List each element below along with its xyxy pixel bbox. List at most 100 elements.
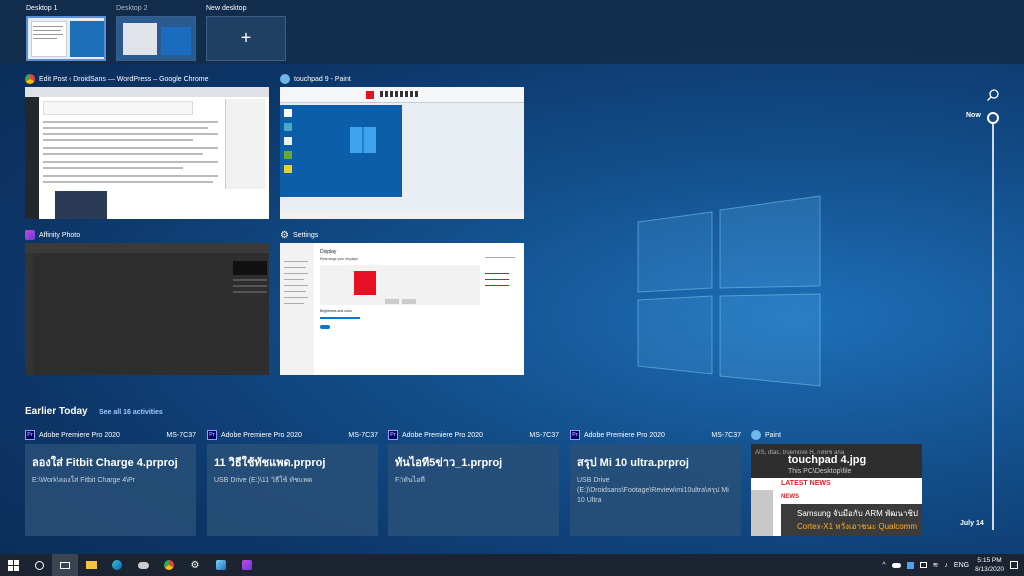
window-thumbnail-affinity[interactable] [25,243,269,375]
activity-file-name: 11 วิธีใช้ทัชแพด.prproj [214,457,326,469]
wifi-icon[interactable]: ≋ [933,561,939,569]
window-title-settings: ⚙ Settings [280,228,318,242]
chrome-icon [25,74,35,84]
cloud-icon [137,561,149,569]
taskbar-affinity-designer[interactable] [208,554,234,576]
activity-card-body[interactable]: 11 วิธีใช้ทัชแพด.prproj USB Drive (E:)\1… [207,444,378,536]
settings-icon: ⚙ [190,559,200,571]
premiere-pro-icon: Pr [570,430,580,440]
desktop-2-label: Desktop 2 [116,5,148,12]
window-title-paint: touchpad 9 - Paint [280,72,351,86]
window-title-affinity: Affinity Photo [25,228,80,242]
activity-card-body[interactable]: AIS, dtac, truemove H, กสทช ana touchpad… [751,444,922,536]
activity-file-path: USB Drive (E:)\11 วิธีใช้ ทัชแพด [214,477,313,484]
plus-icon: + [240,27,252,48]
activity-file-path: F:\ทันไอที [395,477,425,484]
taskbar-cloud-app[interactable] [130,554,156,576]
activity-file-path: This PC\Desktop\file [788,468,852,475]
see-all-activities-link[interactable]: See all 16 activities [99,409,163,416]
window-thumbnail-paint[interactable] [280,87,524,219]
virtual-desktops-strip: Desktop 1 Desktop 2 New desktop + [0,0,1024,64]
taskbar: ⚙ ^ ≋ ♪ ENG 5:15 PM 8/13/2020 [0,554,1024,576]
taskbar-affinity-photo[interactable] [234,554,260,576]
timeline-date-label: July 14 [960,520,984,527]
notifications-icon[interactable] [1010,561,1018,569]
chevron-up-icon[interactable]: ^ [882,562,885,569]
timeline-now-label: Now [966,112,981,119]
settings-heading: Display [320,249,337,255]
clock-date: 8/13/2020 [975,566,1004,573]
paint-icon [751,430,761,440]
language-indicator[interactable]: ENG [954,562,969,569]
gear-icon: ⚙ [280,229,289,241]
news-headline-2: Cortex-X1 หวังเอาชนะ Qualcomm [797,522,918,531]
activity-card-body[interactable]: ลองใส่ Fitbit Charge 4.prproj E:\Work\ลอ… [25,444,196,536]
task-view-icon [60,561,70,569]
activity-card-header: Pr Adobe Premiere Pro 2020 MS-7C37 [25,428,196,442]
printer-icon[interactable] [919,562,927,568]
activity-card[interactable]: Pr Adobe Premiere Pro 2020 MS-7C37 ทันไอ… [388,428,559,536]
activity-card-header: Pr Adobe Premiere Pro 2020 MS-7C37 [570,428,741,442]
taskbar-edge[interactable] [104,554,130,576]
earlier-today-heading: Earlier Today [25,406,88,417]
news-title: LATEST NEWS [781,480,831,487]
search-button[interactable] [26,554,52,576]
activity-card[interactable]: Pr Adobe Premiere Pro 2020 MS-7C37 สรุป … [570,428,741,536]
onedrive-icon[interactable] [891,562,901,568]
tray-app-icon[interactable] [906,561,914,569]
activity-app-name: Adobe Premiere Pro 2020 [584,431,665,439]
edge-icon [112,560,122,570]
system-tray: ^ ≋ ♪ ENG 5:15 PM 8/13/2020 [882,554,1024,576]
activity-card-body[interactable]: สรุป Mi 10 ultra.prproj USB Drive (E:)\D… [570,444,741,536]
activity-device: MS-7C37 [529,431,559,439]
window-thumbnail-settings[interactable]: Display Rearrange your displays Brightne… [280,243,524,375]
window-title-text: Affinity Photo [39,231,81,239]
premiere-pro-icon: Pr [25,430,35,440]
windows-logo-wallpaper [637,195,821,387]
activity-file-path: USB Drive (E:)\Droidsans\Footage\Review\… [577,477,729,504]
activity-app-name: Adobe Premiere Pro 2020 [221,431,302,439]
timeline-scroll-knob[interactable] [987,112,999,124]
new-desktop-button[interactable]: + [206,16,286,61]
activity-file-path: E:\Work\ลองใส่ Fitbit Charge 4\Pr [32,477,136,484]
premiere-pro-icon: Pr [388,430,398,440]
news-tag: NEWS [781,494,799,500]
affinity-designer-icon [216,560,226,570]
activity-file-name: touchpad 4.jpg [788,454,867,466]
activity-app-name: Paint [765,431,781,439]
activity-card-header: Paint [751,428,922,442]
paint-icon [280,74,290,84]
affinity-photo-icon [242,560,252,570]
activity-card[interactable]: Pr Adobe Premiere Pro 2020 MS-7C37 ลองใส… [25,428,196,536]
activity-app-name: Adobe Premiere Pro 2020 [39,431,120,439]
window-thumbnail-chrome[interactable] [25,87,269,219]
activity-device: MS-7C37 [166,431,196,439]
task-view-button[interactable] [52,554,78,576]
activity-file-name: ลองใส่ Fitbit Charge 4.prproj [32,457,178,469]
timeline-scrollbar[interactable] [992,118,994,530]
taskbar-chrome[interactable] [156,554,182,576]
clock-time: 5:15 PM [977,557,1002,564]
desktop-2-thumbnail[interactable] [116,16,196,61]
volume-icon[interactable]: ♪ [944,562,948,569]
search-icon[interactable] [986,88,1000,102]
premiere-pro-icon: Pr [207,430,217,440]
window-title-chrome: Edit Post ‹ DroidSans — WordPress – Goog… [25,72,209,86]
activity-card-header: Pr Adobe Premiere Pro 2020 MS-7C37 [388,428,559,442]
search-icon [34,560,44,570]
activity-device: MS-7C37 [348,431,378,439]
taskbar-settings[interactable]: ⚙ [182,554,208,576]
activity-card-paint[interactable]: Paint AIS, dtac, truemove H, กสทช ana to… [751,428,922,536]
affinity-photo-icon [25,230,35,240]
clock[interactable]: 5:15 PM 8/13/2020 [975,556,1004,574]
settings-subheading: Rearrange your displays [320,257,358,261]
taskbar-file-explorer[interactable] [78,554,104,576]
settings-brightness-label: Brightness and color [320,309,352,313]
desktop-1-thumbnail[interactable] [26,16,106,61]
start-button[interactable] [0,554,26,576]
windows-start-icon [7,559,19,571]
activity-card-body[interactable]: ทันไอที5ข่าว_1.prproj F:\ทันไอที [388,444,559,536]
window-title-text: Edit Post ‹ DroidSans — WordPress – Goog… [39,75,209,83]
activity-app-name: Adobe Premiere Pro 2020 [402,431,483,439]
activity-card[interactable]: Pr Adobe Premiere Pro 2020 MS-7C37 11 วิ… [207,428,378,536]
